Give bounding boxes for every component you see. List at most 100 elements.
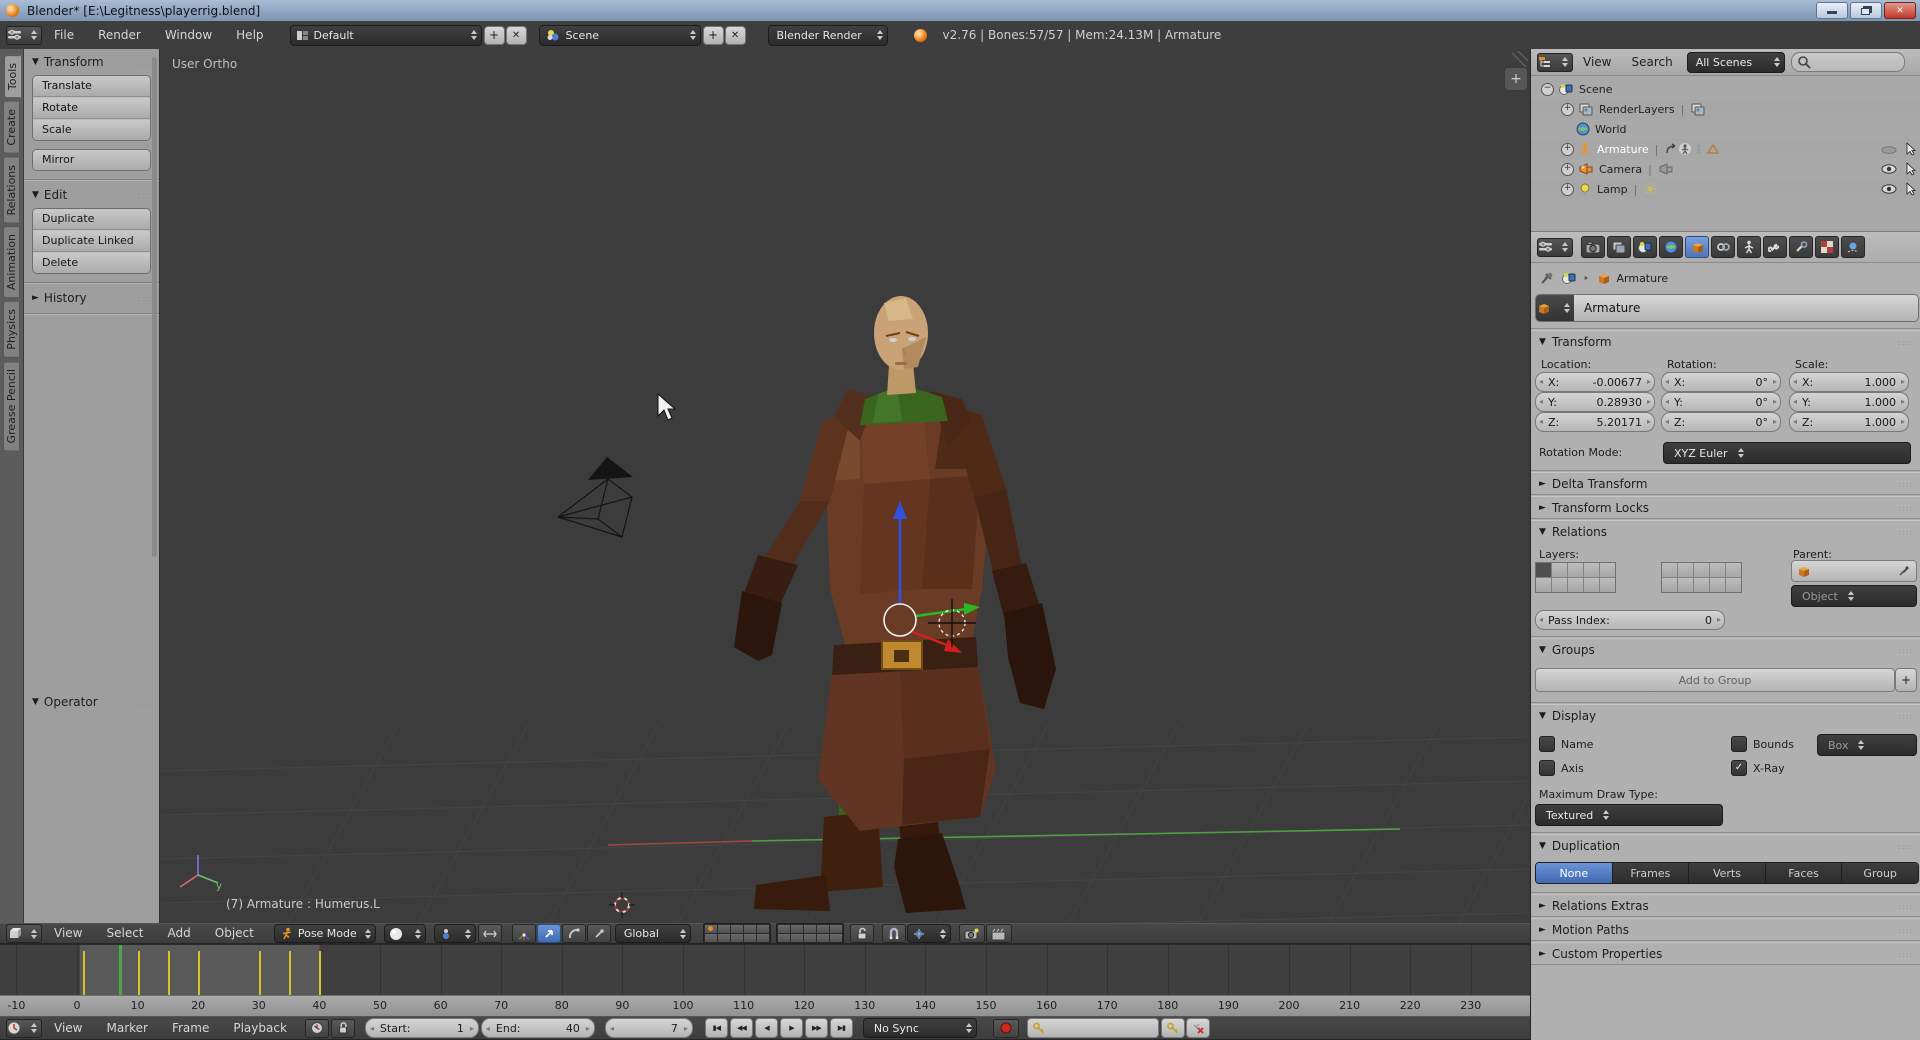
properties-editor-selector[interactable] xyxy=(1537,238,1573,257)
timeline-menu-playback[interactable]: Playback xyxy=(221,1015,299,1040)
timeline-menu-frame[interactable]: Frame xyxy=(160,1015,221,1040)
minimize-button[interactable] xyxy=(1816,2,1848,19)
add-group-plus-button[interactable]: + xyxy=(1895,668,1917,692)
transform-rotation-x-field[interactable]: ◂X:0°▸ xyxy=(1661,372,1781,392)
add-to-group-button[interactable]: Add to Group xyxy=(1535,668,1895,692)
outliner-menu-search[interactable]: Search xyxy=(1621,49,1682,75)
properties-panel-header-display[interactable]: ▼Display:::: xyxy=(1531,704,1920,727)
play-reverse-button[interactable]: ◀ xyxy=(755,1018,778,1038)
panel-grip-icon[interactable]: :::: xyxy=(1898,950,1913,959)
manipulator-scale-button[interactable] xyxy=(587,924,611,943)
rotation-mode-selector[interactable]: XYZ Euler xyxy=(1663,442,1911,464)
transform-location-x-field[interactable]: ◂X:-0.00677▸ xyxy=(1535,372,1655,392)
panel-toggle-icon[interactable]: ► xyxy=(32,293,39,303)
duplication-option-verts[interactable]: Verts xyxy=(1689,863,1766,883)
tool-button-mirror[interactable]: Mirror xyxy=(33,150,150,170)
record-button[interactable] xyxy=(993,1019,1019,1038)
properties-tab-object[interactable] xyxy=(1685,236,1709,258)
pivot-selector[interactable] xyxy=(434,924,476,943)
operator-panel-header[interactable]: ▼Operator:::: xyxy=(24,689,159,713)
outliner-item-world[interactable]: World xyxy=(1531,119,1920,139)
viewport-menu-view[interactable]: View xyxy=(42,920,94,947)
keyframe-marker[interactable] xyxy=(259,951,261,995)
timeline-menu-marker[interactable]: Marker xyxy=(94,1015,159,1040)
transform-scale-z-field[interactable]: ◂Z:1.000▸ xyxy=(1789,412,1909,432)
properties-tab-constraints[interactable] xyxy=(1711,236,1735,258)
info-editor-selector[interactable] xyxy=(6,26,42,45)
outliner-editor-selector[interactable] xyxy=(1537,53,1573,72)
properties-panel-header-duplication[interactable]: ▼Duplication:::: xyxy=(1531,834,1920,857)
properties-panel-header-motion-paths[interactable]: ►Motion Paths:::: xyxy=(1531,918,1920,941)
transform-rotation-z-field[interactable]: ◂Z:0°▸ xyxy=(1661,412,1781,432)
outliner-item-label[interactable]: Scene xyxy=(1579,83,1613,96)
shelf-tab-create[interactable]: Create xyxy=(3,101,20,154)
topbar-menu-window[interactable]: Window xyxy=(153,22,224,49)
expand-toggle-icon[interactable]: + xyxy=(1561,163,1574,176)
keyframe-marker[interactable] xyxy=(83,951,85,995)
render-engine-selector[interactable]: Blender Render xyxy=(768,25,888,46)
panel-toggle-icon[interactable]: ▼ xyxy=(1539,711,1546,721)
properties-panel-header-groups[interactable]: ▼Groups:::: xyxy=(1531,638,1920,661)
outliner-item-label[interactable]: RenderLayers xyxy=(1599,103,1675,116)
restore-button[interactable] xyxy=(1850,2,1882,19)
manipulator-axis-button[interactable] xyxy=(512,924,536,943)
panel-grip-icon[interactable]: :::: xyxy=(1898,712,1913,721)
panel-grip-icon[interactable]: :::: xyxy=(1898,646,1913,655)
viewport-menu-object[interactable]: Object xyxy=(203,920,266,947)
transform-scale-y-field[interactable]: ◂Y:1.000▸ xyxy=(1789,392,1909,412)
properties-panel-header-delta-transform[interactable]: ►Delta Transform:::: xyxy=(1531,472,1920,495)
object-layers-grid[interactable] xyxy=(1535,562,1616,593)
panel-grip-icon[interactable]: :::: xyxy=(1898,480,1913,489)
end-frame-field[interactable]: ◂End:40▸ xyxy=(481,1018,595,1038)
snap-element-selector[interactable] xyxy=(907,924,951,943)
viewport-editor-selector[interactable] xyxy=(6,924,42,943)
panel-grip-icon[interactable]: :::: xyxy=(138,58,153,67)
delete-keyframe-button[interactable] xyxy=(1186,1018,1210,1038)
outliner-item-scene[interactable]: −Scene xyxy=(1531,79,1920,99)
panel-grip-icon[interactable]: :::: xyxy=(1898,842,1913,851)
display-bounds-checkbox[interactable] xyxy=(1731,736,1747,752)
panel-toggle-icon[interactable]: ▼ xyxy=(1539,337,1546,347)
expand-toggle-icon[interactable]: + xyxy=(1561,183,1574,196)
tool-shelf-scrollbar[interactable] xyxy=(152,57,157,557)
cursor-arrow-icon[interactable] xyxy=(1905,142,1917,156)
tool-button-translate[interactable]: Translate xyxy=(33,76,150,97)
parent-type-selector[interactable]: Object xyxy=(1791,585,1917,607)
eye-icon[interactable] xyxy=(1881,182,1897,196)
object-layers-grid[interactable] xyxy=(1661,562,1742,593)
display-name-checkbox[interactable] xyxy=(1539,736,1555,752)
timeline-menu-view[interactable]: View xyxy=(42,1015,94,1040)
duplication-option-frames[interactable]: Frames xyxy=(1613,863,1690,883)
shading-selector[interactable] xyxy=(384,924,426,943)
shelf-tab-physics[interactable]: Physics xyxy=(3,301,20,358)
transform-rotation-y-field[interactable]: ◂Y:0°▸ xyxy=(1661,392,1781,412)
duplication-option-faces[interactable]: Faces xyxy=(1766,863,1843,883)
add-layout-button[interactable]: + xyxy=(484,26,505,45)
transform-location-z-field[interactable]: ◂Z:5.20171▸ xyxy=(1535,412,1655,432)
cursor-arrow-icon[interactable] xyxy=(1905,182,1917,196)
manipulator-translate-button[interactable] xyxy=(537,924,561,943)
properties-tab-bone-constraints[interactable] xyxy=(1789,236,1813,258)
max-draw-type-selector[interactable]: Textured xyxy=(1535,804,1723,826)
viewport-layers-grid[interactable] xyxy=(776,923,844,944)
properties-tab-physics[interactable] xyxy=(1841,236,1865,258)
shelf-tab-grease-pencil[interactable]: Grease Pencil xyxy=(3,361,20,451)
display-axis-checkbox[interactable] xyxy=(1539,760,1555,776)
frame-lock-button[interactable] xyxy=(331,1019,355,1038)
panel-toggle-icon[interactable]: ► xyxy=(1539,503,1546,513)
duplication-option-group[interactable]: Group xyxy=(1842,863,1918,883)
outliner-item-lamp[interactable]: +Lamp| xyxy=(1531,179,1920,199)
properties-panel-header-transform[interactable]: ▼Transform:::: xyxy=(1531,330,1920,353)
keying-set-field[interactable] xyxy=(1027,1018,1159,1038)
current-frame-marker[interactable] xyxy=(119,945,122,995)
keyframe-marker[interactable] xyxy=(168,951,170,995)
opengl-animation-button[interactable] xyxy=(986,924,1012,943)
panel-header-history[interactable]: ►History:::: xyxy=(24,285,159,309)
panel-grip-icon[interactable]: :::: xyxy=(138,294,153,303)
properties-tab-render[interactable] xyxy=(1581,236,1605,258)
mode-selector[interactable]: Pose Mode xyxy=(274,924,376,943)
pin-icon[interactable] xyxy=(1539,270,1555,286)
shelf-tab-animation[interactable]: Animation xyxy=(3,226,20,298)
parent-field[interactable] xyxy=(1791,560,1917,582)
properties-tab-texture[interactable] xyxy=(1815,236,1839,258)
